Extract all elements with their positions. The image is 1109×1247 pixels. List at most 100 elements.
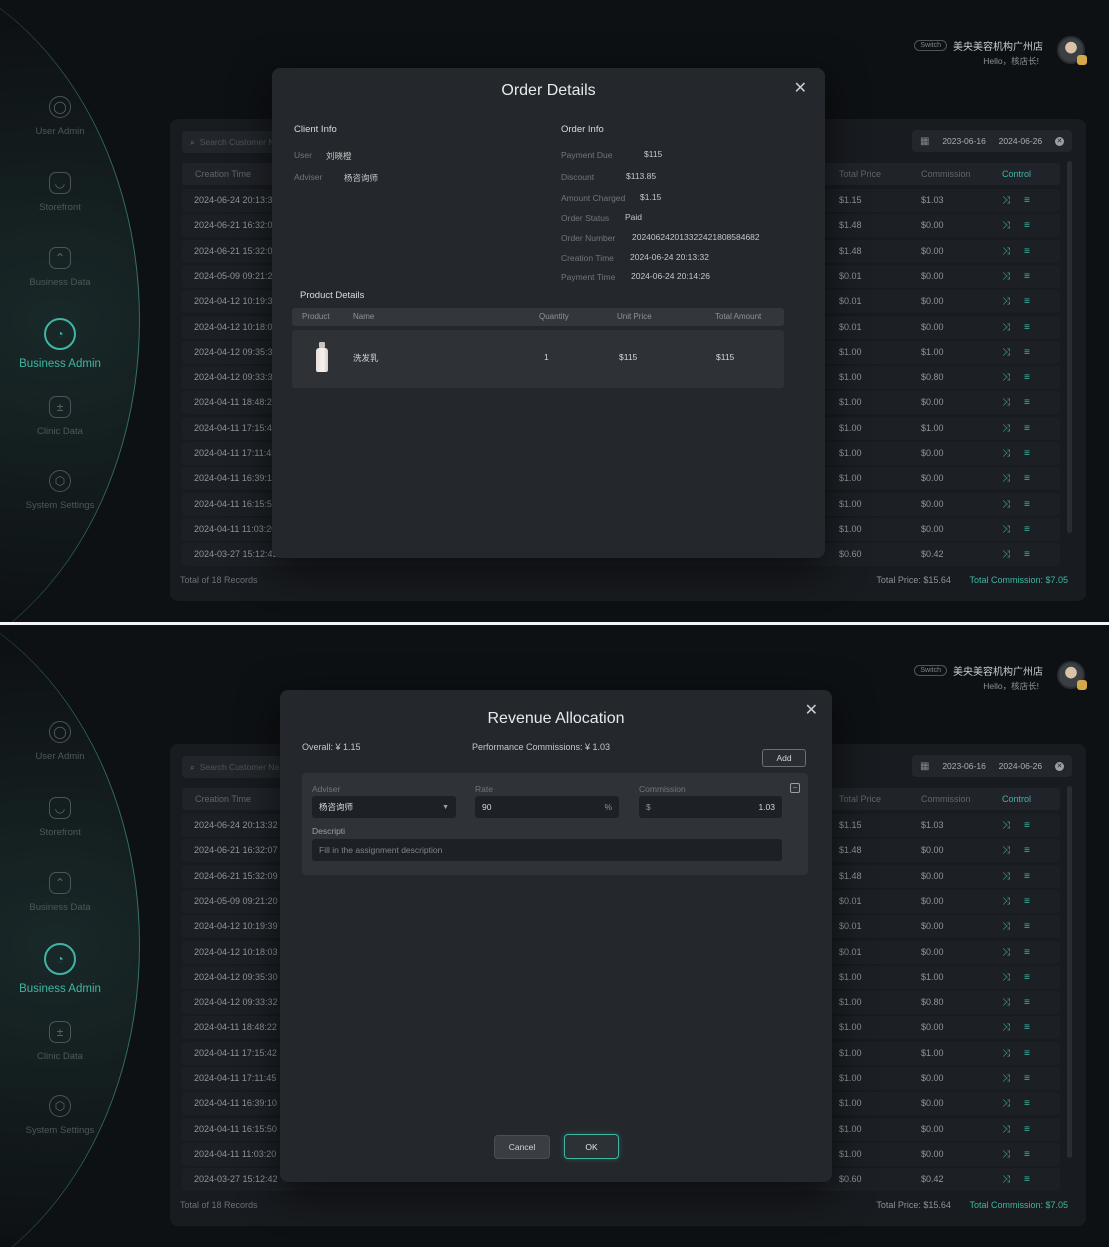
split-icon[interactable]: ⤨ (1002, 1124, 1010, 1135)
list-icon[interactable]: ≡ (1024, 524, 1030, 535)
list-icon[interactable]: ≡ (1024, 195, 1030, 206)
list-icon[interactable]: ≡ (1024, 1124, 1030, 1135)
list-icon[interactable]: ≡ (1024, 1098, 1030, 1109)
sidebar-item-business-data[interactable]: ⌃ Business Data (0, 872, 120, 913)
split-icon[interactable]: ⤨ (1002, 372, 1010, 383)
sidebar-item-user-admin[interactable]: ◯ User Admin (0, 721, 120, 762)
split-icon[interactable]: ⤨ (1002, 820, 1010, 831)
list-icon[interactable]: ≡ (1024, 322, 1030, 333)
list-icon[interactable]: ≡ (1024, 896, 1030, 907)
sidebar-item-storefront[interactable]: ◡ Storefront (0, 172, 120, 213)
description-input[interactable]: Fill in the assignment description (312, 839, 782, 861)
split-icon[interactable]: ⤨ (1002, 1174, 1010, 1185)
sidebar-item-clinic-data[interactable]: ± Clinic Data (0, 396, 120, 437)
split-icon[interactable]: ⤨ (1002, 871, 1010, 882)
list-icon[interactable]: ≡ (1024, 947, 1030, 958)
list-icon[interactable]: ≡ (1024, 1048, 1030, 1059)
add-button[interactable]: Add (762, 749, 806, 767)
list-icon[interactable]: ≡ (1024, 997, 1030, 1008)
split-icon[interactable]: ⤨ (1002, 473, 1010, 484)
split-icon[interactable]: ⤨ (1002, 524, 1010, 535)
split-icon[interactable]: ⤨ (1002, 246, 1010, 257)
list-icon[interactable]: ≡ (1024, 296, 1030, 307)
split-icon[interactable]: ⤨ (1002, 296, 1010, 307)
list-icon[interactable]: ≡ (1024, 871, 1030, 882)
store-switcher[interactable]: Switch 美央美容机构广州店 (914, 663, 1043, 678)
ok-button[interactable]: OK (564, 1134, 619, 1159)
split-icon[interactable]: ⤨ (1002, 947, 1010, 958)
commission-input[interactable]: $ 1.03 (639, 796, 782, 818)
sidebar-item-clinic-data[interactable]: ± Clinic Data (0, 1021, 120, 1062)
split-icon[interactable]: ⤨ (1002, 1149, 1010, 1160)
avatar[interactable] (1057, 36, 1087, 65)
sidebar-item-user-admin[interactable]: ◯ User Admin (0, 96, 120, 137)
split-icon[interactable]: ⤨ (1002, 549, 1010, 560)
switch-button[interactable]: Switch (914, 40, 947, 51)
sidebar-item-business-admin[interactable]: ◔ Business Admin (0, 318, 120, 370)
split-icon[interactable]: ⤨ (1002, 271, 1010, 282)
date-range-picker[interactable]: ▦ 2023-06-16 2024-06-26 ✕ (912, 130, 1072, 152)
close-icon[interactable]: ✕ (794, 78, 807, 98)
list-icon[interactable]: ≡ (1024, 1149, 1030, 1160)
list-icon[interactable]: ≡ (1024, 820, 1030, 831)
scrollbar[interactable] (1067, 786, 1072, 1158)
list-icon[interactable]: ≡ (1024, 1174, 1030, 1185)
list-icon[interactable]: ≡ (1024, 921, 1030, 932)
split-icon[interactable]: ⤨ (1002, 499, 1010, 510)
split-icon[interactable]: ⤨ (1002, 195, 1010, 206)
search-input[interactable]: ⌕ Search Customer Na (182, 131, 282, 153)
list-icon[interactable]: ≡ (1024, 423, 1030, 434)
split-icon[interactable]: ⤨ (1002, 972, 1010, 983)
split-icon[interactable]: ⤨ (1002, 397, 1010, 408)
rate-label: Rate (475, 784, 493, 794)
list-icon[interactable]: ≡ (1024, 372, 1030, 383)
search-input[interactable]: ⌕ Search Customer Na (182, 756, 282, 778)
split-icon[interactable]: ⤨ (1002, 220, 1010, 231)
date-range-picker[interactable]: ▦ 2023-06-16 2024-06-26 ✕ (912, 755, 1072, 777)
scrollbar[interactable] (1067, 161, 1072, 533)
list-icon[interactable]: ≡ (1024, 397, 1030, 408)
rate-input[interactable]: 90 % (475, 796, 619, 818)
list-icon[interactable]: ≡ (1024, 972, 1030, 983)
list-icon[interactable]: ≡ (1024, 271, 1030, 282)
split-icon[interactable]: ⤨ (1002, 322, 1010, 333)
list-icon[interactable]: ≡ (1024, 499, 1030, 510)
avatar[interactable] (1057, 661, 1087, 690)
sidebar-item-label: System Settings (25, 1125, 95, 1136)
list-icon[interactable]: ≡ (1024, 473, 1030, 484)
remove-icon[interactable]: − (790, 783, 800, 793)
split-icon[interactable]: ⤨ (1002, 1048, 1010, 1059)
close-icon[interactable]: ✕ (805, 700, 818, 720)
list-icon[interactable]: ≡ (1024, 246, 1030, 257)
cancel-button[interactable]: Cancel (494, 1135, 550, 1159)
split-icon[interactable]: ⤨ (1002, 845, 1010, 856)
sidebar-item-system-settings[interactable]: ⬡ System Settings (0, 470, 120, 511)
list-icon[interactable]: ≡ (1024, 347, 1030, 358)
sidebar-item-business-admin[interactable]: ◔ Business Admin (0, 943, 120, 995)
split-icon[interactable]: ⤨ (1002, 1073, 1010, 1084)
clear-icon[interactable]: ✕ (1055, 761, 1064, 771)
list-icon[interactable]: ≡ (1024, 845, 1030, 856)
list-icon[interactable]: ≡ (1024, 1022, 1030, 1033)
store-switcher[interactable]: Switch 美央美容机构广州店 (914, 38, 1043, 53)
list-icon[interactable]: ≡ (1024, 1073, 1030, 1084)
sidebar-item-system-settings[interactable]: ⬡ System Settings (0, 1095, 120, 1136)
sidebar-item-storefront[interactable]: ◡ Storefront (0, 797, 120, 838)
pie-chart-icon: ◔ (44, 318, 76, 350)
split-icon[interactable]: ⤨ (1002, 921, 1010, 932)
split-icon[interactable]: ⤨ (1002, 997, 1010, 1008)
split-icon[interactable]: ⤨ (1002, 448, 1010, 459)
clear-icon[interactable]: ✕ (1055, 136, 1064, 146)
store-name: 美央美容机构广州店 (953, 42, 1043, 53)
split-icon[interactable]: ⤨ (1002, 423, 1010, 434)
split-icon[interactable]: ⤨ (1002, 896, 1010, 907)
split-icon[interactable]: ⤨ (1002, 1098, 1010, 1109)
list-icon[interactable]: ≡ (1024, 220, 1030, 231)
sidebar-item-business-data[interactable]: ⌃ Business Data (0, 247, 120, 288)
adviser-select[interactable]: 杨咨询师 ▼ (312, 796, 456, 818)
split-icon[interactable]: ⤨ (1002, 347, 1010, 358)
split-icon[interactable]: ⤨ (1002, 1022, 1010, 1033)
switch-button[interactable]: Switch (914, 665, 947, 676)
list-icon[interactable]: ≡ (1024, 448, 1030, 459)
list-icon[interactable]: ≡ (1024, 549, 1030, 560)
